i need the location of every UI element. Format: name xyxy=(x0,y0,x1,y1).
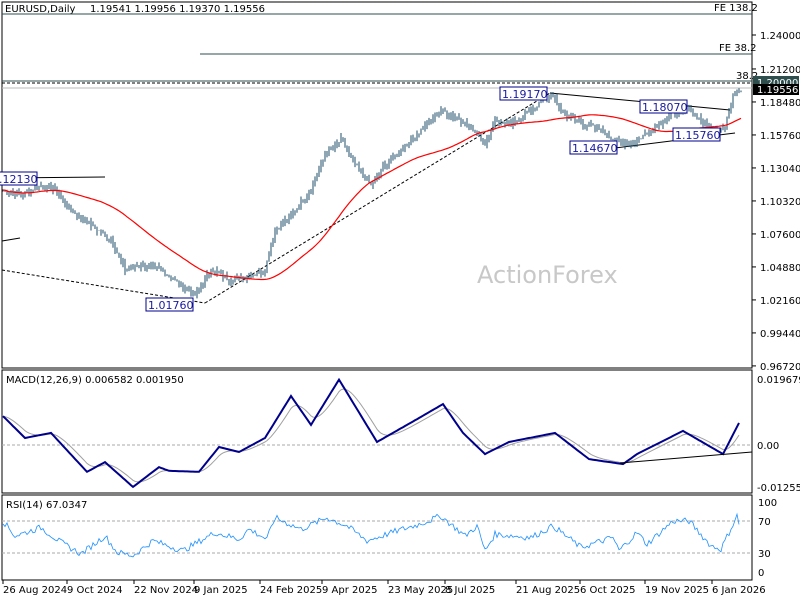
label-1-19170: 1.19170 xyxy=(499,86,548,101)
rsi-axis-30: 30 xyxy=(758,549,771,560)
label-1-14670: 1.14670 xyxy=(569,140,618,155)
date-tick-label: 6 Oct 2025 xyxy=(580,585,635,596)
price-tick-label: 1.21200 xyxy=(760,65,800,76)
date-tick-label: 26 Aug 2024 xyxy=(3,585,67,596)
rsi-axis-70: 70 xyxy=(758,517,771,528)
date-tick-label: 6 Jan 2026 xyxy=(712,585,766,596)
fe138-label: FE 138.2 xyxy=(714,3,758,14)
svg-text:1.19170: 1.19170 xyxy=(502,88,548,101)
label-1-18070: 1.18070 xyxy=(639,99,688,114)
date-tick-label: 21 Aug 2025 xyxy=(516,585,580,596)
svg-text:1.18070: 1.18070 xyxy=(642,101,688,114)
date-tick-label: 9 Apr 2025 xyxy=(322,585,377,596)
label-1-15760: 1.15760 xyxy=(672,127,721,142)
date-tick-label: 22 Nov 2024 xyxy=(134,585,198,596)
current-price-label: 1.19556 xyxy=(757,85,798,96)
price-tick-label: 1.04880 xyxy=(760,263,800,274)
chart-window[interactable]: EURUSD,Daily 1.19541 1.19956 1.19370 1.1… xyxy=(0,0,800,600)
price-tick-label: 1.07600 xyxy=(760,230,800,241)
price-tick-label: 0.99440 xyxy=(760,329,800,340)
price-tick-label: 1.13040 xyxy=(760,164,800,175)
macd-title: MACD(12,26,9) 0.006582 0.001950 xyxy=(6,375,184,386)
date-tick-label: 23 May 2025 xyxy=(388,585,453,596)
watermark: ActionForex xyxy=(477,261,618,289)
svg-text:1.14670: 1.14670 xyxy=(572,142,618,155)
date-tick-label: 9 Oct 2024 xyxy=(67,585,122,596)
price-tick-label: 0.96720 xyxy=(760,362,800,373)
macd-axis-min: -0.012552 xyxy=(757,483,800,494)
svg-text:1.15760: 1.15760 xyxy=(675,129,721,142)
macd-axis-zero: 0.00 xyxy=(757,441,779,452)
rsi-axis-100: 100 xyxy=(758,498,777,509)
price-tick-label: 1.24000 xyxy=(760,31,800,42)
label-1-12130: 1.12130 xyxy=(0,171,38,186)
background xyxy=(0,0,800,600)
rsi-title: RSI(14) 67.0347 xyxy=(6,500,87,511)
label-1-01760: 1.01760 xyxy=(145,297,194,312)
date-tick-label: 8 Jul 2025 xyxy=(445,585,495,596)
chart-header-ohlc: 1.19541 1.19956 1.19370 1.19556 xyxy=(90,4,265,15)
price-tick-label: 1.02160 xyxy=(760,296,800,307)
svg-text:1.01760: 1.01760 xyxy=(148,299,194,312)
macd-axis-max: 0.019679 xyxy=(757,375,800,386)
price-tick-label: 1.18480 xyxy=(760,98,800,109)
price-tick-label: 1.15760 xyxy=(760,131,800,142)
date-tick-label: 24 Feb 2025 xyxy=(260,585,322,596)
rsi-axis-0: 0 xyxy=(758,568,764,579)
fe38-label: FE 38.2 xyxy=(719,43,757,54)
svg-text:1.12130: 1.12130 xyxy=(0,173,38,186)
date-tick-label: 9 Jan 2025 xyxy=(194,585,248,596)
price-tick-label: 1.10320 xyxy=(760,197,800,208)
date-tick-label: 19 Nov 2025 xyxy=(645,585,709,596)
chart-header-symbol: EURUSD,Daily xyxy=(5,4,76,15)
